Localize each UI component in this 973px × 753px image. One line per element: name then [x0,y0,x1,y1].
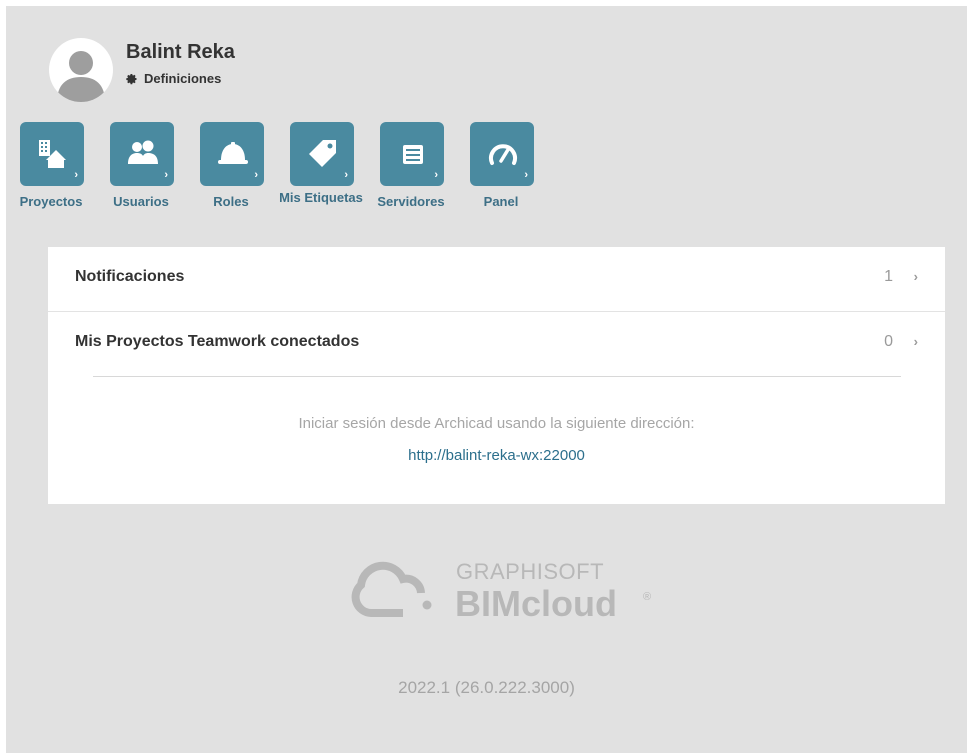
chevron-right-icon: › [524,169,528,181]
hard-hat-icon [218,142,248,164]
nav-tile-label: Roles [213,194,249,209]
app-window: Balint Reka Definiciones › Proyectos › U… [6,6,967,753]
nav-tile-label: Panel [483,194,519,209]
nav-tile-roles[interactable]: › Roles [186,122,276,232]
login-hint: Iniciar sesión desde Archicad usando la … [298,415,695,432]
nav-tile-label: Proyectos [19,194,83,209]
nav-tile-users[interactable]: › Usuarios [96,122,186,232]
chevron-right-icon: › [254,169,258,181]
nav-tile-box: › [470,122,534,186]
info-panel: Notificaciones 1 › Mis Proyectos Teamwor… [48,247,945,504]
main-nav: › Proyectos › Usuarios › Roles › Mis Eti… [6,122,606,232]
teamwork-projects-row[interactable]: Mis Proyectos Teamwork conectados 0 › [48,312,945,376]
avatar [49,38,113,102]
product-name: BIMcloud [455,583,617,624]
nav-tile-box: › [290,122,354,186]
nav-tile-box: › [110,122,174,186]
gear-icon [126,73,137,84]
nav-tile-label: Servidores [377,194,445,209]
server-url-link[interactable]: http://balint-reka-wx:22000 [48,447,945,464]
projects-icon [39,140,66,168]
gauge-icon [489,144,517,165]
notifications-row[interactable]: Notificaciones 1 › [48,247,945,311]
chevron-right-icon: › [913,269,918,284]
nav-tile-box: › [20,122,84,186]
divider [93,376,901,377]
user-name: Balint Reka [126,41,235,63]
settings-label: Definiciones [144,71,222,86]
chevron-right-icon: › [913,334,918,349]
user-silhouette-icon [57,51,105,102]
tag-icon [309,140,336,167]
nav-tile-label: Mis Etiquetas [279,190,363,205]
nav-tile-label: Usuarios [113,194,169,209]
server-icon [403,145,423,164]
users-icon [128,140,158,164]
company-name: GRAPHISOFT [456,559,605,584]
version-label: 2022.1 (26.0.222.3000) [398,678,575,697]
notifications-label: Notificaciones [75,268,185,285]
bimcloud-logo: GRAPHISOFT BIMcloud ® [331,551,671,631]
teamwork-projects-count: 0 [884,333,893,350]
settings-link[interactable]: Definiciones [126,71,221,86]
teamwork-projects-label: Mis Proyectos Teamwork conectados [75,333,360,350]
chevron-right-icon: › [434,169,438,181]
chevron-right-icon: › [344,169,348,181]
nav-tile-projects[interactable]: › Proyectos [6,122,96,232]
chevron-right-icon: › [164,169,168,181]
nav-tile-box: › [380,122,444,186]
nav-tile-servers[interactable]: › Servidores [366,122,456,232]
nav-tile-tags[interactable]: › Mis Etiquetas [276,122,366,232]
nav-tile-box: › [200,122,264,186]
nav-tile-dashboard[interactable]: › Panel [456,122,546,232]
chevron-right-icon: › [74,169,78,181]
registered-mark: ® [643,591,652,603]
cloud-icon [351,561,432,617]
notifications-count: 1 [884,268,893,285]
